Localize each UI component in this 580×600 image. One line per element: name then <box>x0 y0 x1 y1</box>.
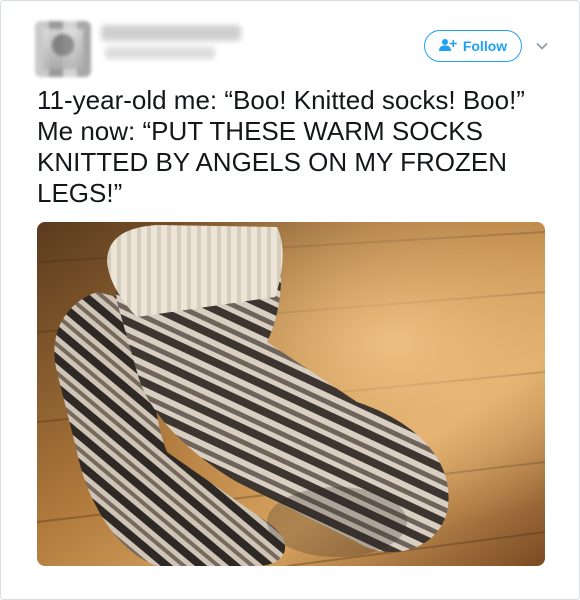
tweet-text: 11-year-old me: “Boo! Knitted socks! Boo… <box>37 85 525 208</box>
avatar[interactable] <box>35 21 91 77</box>
user-name[interactable] <box>101 25 241 41</box>
add-user-icon <box>438 38 457 55</box>
tweet-photo[interactable] <box>37 222 545 566</box>
follow-button[interactable]: Follow <box>424 30 522 62</box>
chevron-down-icon[interactable] <box>535 39 549 53</box>
follow-label: Follow <box>462 38 508 54</box>
tweet-card: Follow 11-year-old me: “Boo! Knitted soc… <box>0 0 580 600</box>
user-handle[interactable] <box>105 47 215 59</box>
